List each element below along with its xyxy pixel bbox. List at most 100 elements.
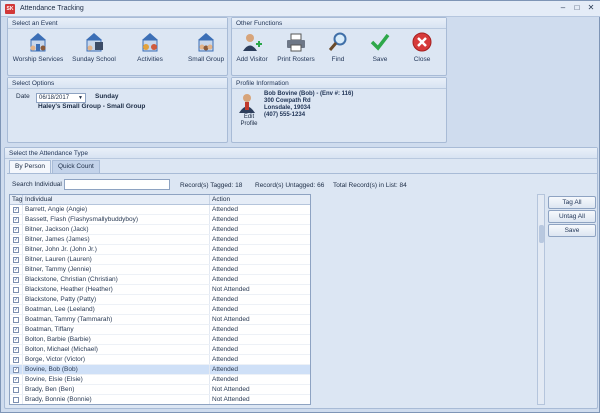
table-row[interactable]: ✓ Bitner, Tammy (Jennie) Attended [10,265,310,275]
table-row[interactable]: ✓ Bitner, James (James) Attended [10,235,310,245]
table-row[interactable]: ✓ Boatman, Tiffany Attended [10,325,310,335]
tab-quick-count[interactable]: Quick Count [52,160,100,173]
maximize-icon[interactable]: □ [571,3,583,14]
action-cell[interactable]: Attended [210,335,310,344]
individual-cell: Bolton, Barbie (Barbie) [23,335,210,344]
table-row[interactable]: ✓ Bassett, Flash (Flashysmallybuddyboy) At… [10,215,310,225]
table-row[interactable]: ✓ Borge, Victor (Victor) Attended [10,355,310,365]
action-cell[interactable]: Attended [210,345,310,354]
action-cell[interactable]: Not Attended [210,285,310,294]
table-row[interactable]: ✓ Bitner, Lauren (Lauren) Attended [10,255,310,265]
tag-cell: ✓ [10,305,23,314]
untag-all-button[interactable]: Untag All [548,210,596,223]
action-cell[interactable]: Attended [210,215,310,224]
minimize-icon[interactable]: – [557,3,569,14]
close-window-icon[interactable]: ✕ [585,3,597,14]
sunday-school-button[interactable]: Sunday School [66,31,122,63]
action-cell[interactable]: Attended [210,235,310,244]
table-row[interactable]: ✓ Boatman, Lee (Leeland) Attended [10,305,310,315]
events-panel: Select an Event Worship Services Sunday … [7,17,228,76]
action-cell[interactable]: Attended [210,325,310,334]
records-total: Total Record(s) in List: 84 [333,182,407,189]
table-row[interactable]: ✓ Bolton, Michael (Michael) Attended [10,345,310,355]
tag-checkbox[interactable]: ✓ [13,246,19,253]
add-visitor-label: Add Visitor [236,56,268,63]
action-cell[interactable]: Not Attended [210,395,310,404]
action-cell[interactable]: Attended [210,355,310,364]
table-row[interactable]: ✓ Bovine, Bob (Bob) Attended [10,365,310,375]
tag-checkbox[interactable]: ✓ [13,206,19,213]
tag-checkbox[interactable]: ✓ [13,326,19,333]
close-button[interactable]: Close [395,31,449,63]
tag-checkbox[interactable]: ✓ [13,366,19,373]
profile-details: Bob Bovine (Bob) - (Env #: 116) 300 Cowp… [264,91,353,119]
tag-cell: ✓ [10,205,23,214]
action-cell[interactable]: Not Attended [210,315,310,324]
tag-cell: ✓ [10,345,23,354]
action-cell[interactable]: Attended [210,305,310,314]
tag-cell: ✓ [10,365,23,374]
tag-cell: ✓ [10,355,23,364]
tag-checkbox[interactable]: ✓ [13,266,19,273]
individual-cell: Boatman, Tiffany [23,325,210,334]
table-row[interactable]: ✓ Bitner, John Jr. (John Jr.) Attended [10,245,310,255]
action-cell[interactable]: Attended [210,375,310,384]
tag-checkbox[interactable]: ✓ [13,236,19,243]
action-cell[interactable]: Attended [210,245,310,254]
action-cell[interactable]: Attended [210,225,310,234]
tag-cell: ✓ [10,225,23,234]
tag-checkbox[interactable] [13,286,19,293]
tag-cell [10,395,23,404]
tag-checkbox[interactable]: ✓ [13,256,19,263]
edit-profile-button[interactable]: Edit Profile [238,114,260,128]
tag-checkbox[interactable]: ✓ [13,306,19,313]
window-title: Attendance Tracking [20,5,84,12]
tag-checkbox[interactable] [13,316,19,323]
scrollbar-thumb[interactable] [539,225,544,243]
individual-cell: Bolton, Michael (Michael) [23,345,210,354]
table-row[interactable]: Boatman, Tammy (Tammarah) Not Attended [10,315,310,325]
search-individual-input[interactable] [64,179,170,190]
table-row[interactable]: ✓ Bitner, Jackson (Jack) Attended [10,225,310,235]
action-cell[interactable]: Attended [210,265,310,274]
functions-panel: Other Functions Add Visitor Print Roster… [231,17,447,76]
tag-checkbox[interactable]: ✓ [13,346,19,353]
table-row[interactable]: Brady, Ben (Ben) Not Attended [10,385,310,395]
tag-checkbox[interactable]: ✓ [13,296,19,303]
table-row[interactable]: ✓ Blackstone, Patty (Patty) Attended [10,295,310,305]
worship-services-button[interactable]: Worship Services [10,31,66,63]
table-row[interactable]: ✓ Barrett, Angie (Angie) Attended [10,205,310,215]
attendance-tabs: By Person Quick Count [9,160,101,173]
action-cell[interactable]: Attended [210,205,310,214]
tab-by-person[interactable]: By Person [9,160,51,173]
table-row[interactable]: ✓ Bovine, Elsie (Elsie) Attended [10,375,310,385]
table-row[interactable]: ✓ Blackstone, Christian (Christian) Attend… [10,275,310,285]
tag-checkbox[interactable]: ✓ [13,336,19,343]
column-individual[interactable]: Individual [23,195,210,204]
date-field[interactable]: 06/18/2017 ▼ [36,93,86,103]
tag-checkbox[interactable]: ✓ [13,376,19,383]
action-cell[interactable]: Attended [210,255,310,264]
tag-checkbox[interactable]: ✓ [13,356,19,363]
action-cell[interactable]: Attended [210,365,310,374]
save-button[interactable]: Save [548,224,596,237]
action-cell[interactable]: Attended [210,295,310,304]
profile-panel: Profile Information Edit Profile Bob Bov… [231,77,447,143]
tag-all-button[interactable]: Tag All [548,196,596,209]
action-cell[interactable]: Not Attended [210,385,310,394]
tag-checkbox[interactable]: ✓ [13,276,19,283]
tag-checkbox[interactable] [13,386,19,393]
calendar-dropdown-icon[interactable]: ▼ [78,95,83,101]
column-tag[interactable]: Tag [10,195,23,204]
activities-button[interactable]: Activities [122,31,178,63]
grid-scrollbar[interactable] [537,194,545,405]
column-action[interactable]: Action [210,195,310,204]
tag-checkbox[interactable]: ✓ [13,216,19,223]
tag-checkbox[interactable] [13,396,19,403]
table-row[interactable]: Blackstone, Heather (Heather) Not Attende… [10,285,310,295]
tag-checkbox[interactable]: ✓ [13,226,19,233]
options-panel-title: Select Options [8,78,227,89]
action-cell[interactable]: Attended [210,275,310,284]
table-row[interactable]: ✓ Bolton, Barbie (Barbie) Attended [10,335,310,345]
table-row[interactable]: Brady, Bonnie (Bonnie) Not Attended [10,395,310,404]
